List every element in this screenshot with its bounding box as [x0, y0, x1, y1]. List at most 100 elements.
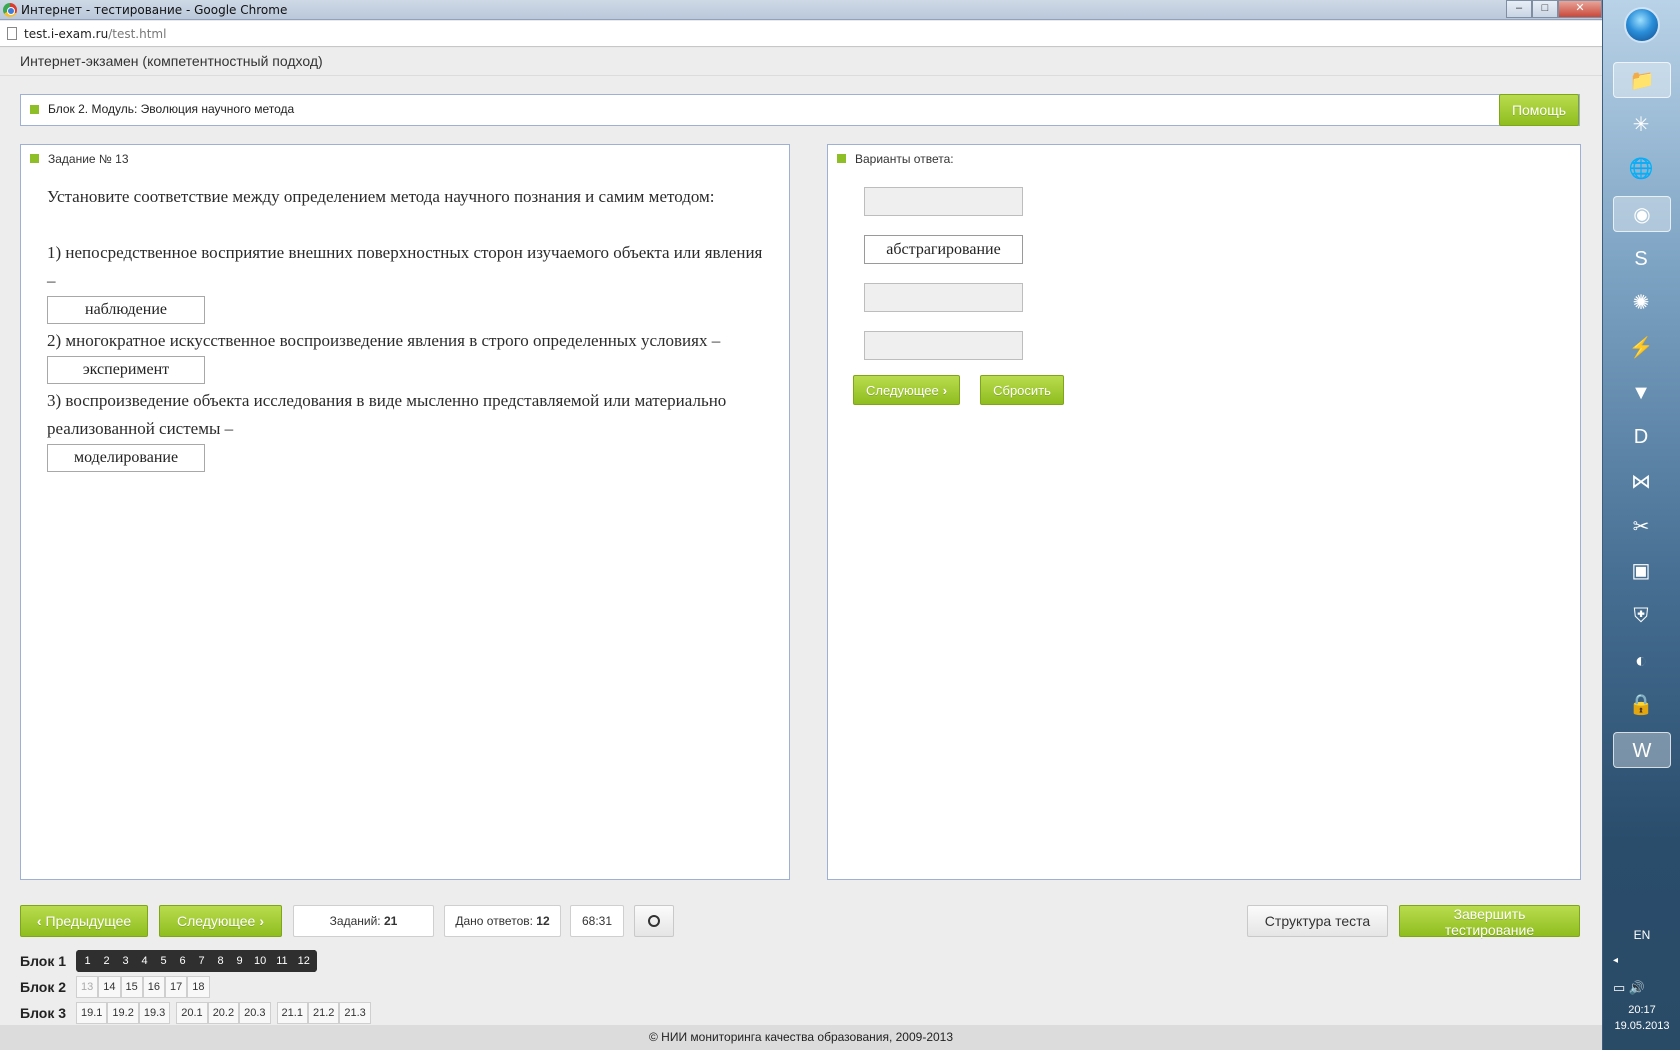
globe-icon[interactable]: 🌐 [1622, 151, 1660, 187]
answers-panel: Варианты ответа: абстрагирование Следующ… [827, 144, 1581, 880]
timer: 68:31 [570, 905, 624, 937]
question-link[interactable]: 9 [230, 950, 249, 972]
green-square-icon [30, 105, 39, 114]
monitor-icon[interactable]: ▣ [1622, 553, 1660, 589]
green-square-icon [30, 154, 39, 163]
address-bar[interactable]: test.i-exam.ru/test.html [0, 21, 1602, 47]
url-host: test.i-exam.ru [24, 27, 109, 41]
skype-icon[interactable]: S [1622, 241, 1660, 277]
question-item-2: 2) многократное искусственное воспроизве… [47, 331, 721, 350]
test-structure-button[interactable]: Структура теста [1247, 905, 1388, 937]
url-path: /test.html [108, 27, 167, 41]
tasks-label: Заданий: [329, 914, 381, 928]
question-navigator: Блок 1 1 2 3 4 5 6 7 8 9 10 11 12 Блок 2… [20, 948, 377, 1026]
network-tray-icon[interactable]: ▭ [1613, 980, 1625, 995]
answer-option-2[interactable]: абстрагирование [864, 235, 1023, 264]
tasks-count: Заданий: 21 [293, 905, 434, 937]
answer-option-1[interactable] [864, 187, 1023, 216]
shield-icon[interactable]: ⛨ [1622, 598, 1660, 634]
block-2-label: Блок 2 [20, 979, 67, 995]
clock-date: 19.05.2013 [1614, 1020, 1670, 1032]
question-link[interactable]: 20.3 [239, 1002, 271, 1024]
clock-icon [648, 915, 660, 927]
question-link[interactable]: 20.2 [207, 1002, 240, 1024]
start-button[interactable] [1624, 7, 1660, 43]
question-link[interactable]: 18 [187, 976, 210, 998]
block-row-3: Блок 3 19.1 19.2 19.3 20.1 20.2 20.3 21.… [20, 1000, 377, 1026]
question-link[interactable]: 5 [154, 950, 173, 972]
question-link[interactable]: 12 [292, 950, 315, 972]
finish-test-button[interactable]: Завершить тестирование [1399, 905, 1580, 938]
question-link[interactable]: 21.3 [339, 1002, 371, 1024]
media-icon[interactable]: ✺ [1622, 285, 1660, 321]
block-3-group-19: 19.1 19.2 19.3 [76, 1002, 171, 1024]
flash-icon[interactable]: ⚡ [1622, 330, 1660, 366]
block-3-label: Блок 3 [20, 1005, 67, 1021]
block-3-group-20: 20.1 20.2 20.3 [176, 1002, 271, 1024]
question-link[interactable]: 7 [192, 950, 211, 972]
question-link[interactable]: 21.2 [307, 1002, 340, 1024]
app-title: Интернет-экзамен (компетентностный подхо… [20, 53, 323, 69]
answer-slot-3[interactable]: моделирование [47, 444, 205, 472]
answer-slot-1[interactable]: наблюдение [47, 296, 205, 324]
question-link[interactable]: 10 [249, 950, 272, 972]
block-row-1: Блок 1 1 2 3 4 5 6 7 8 9 10 11 12 [20, 948, 377, 974]
window-title: Интернет - тестирование - Google Chrome [21, 3, 288, 17]
question-link[interactable]: 3 [116, 950, 135, 972]
network-icon[interactable]: ✳ [1622, 107, 1660, 143]
question-link[interactable]: 14 [98, 976, 121, 998]
block-header: Блок 2. Модуль: Эволюция научного метода… [20, 94, 1580, 126]
block-3-group-21: 21.1 21.2 21.3 [276, 1002, 371, 1024]
question-item-3: 3) воспроизведение объекта исследования … [47, 391, 727, 438]
answered-label: Дано ответов: [455, 914, 533, 928]
question-link[interactable]: 8 [211, 950, 230, 972]
maximize-button[interactable]: □ [1532, 0, 1558, 18]
question-link[interactable]: 16 [142, 976, 165, 998]
answer-slot-2[interactable]: эксперимент [47, 356, 205, 384]
reset-button[interactable]: Сбросить [980, 375, 1064, 405]
question-link[interactable]: 1 [78, 950, 97, 972]
tool-icon[interactable]: ✂ [1622, 509, 1660, 545]
question-link[interactable]: 19.2 [107, 1002, 139, 1024]
question-link[interactable]: 19.3 [138, 1002, 171, 1024]
language-indicator[interactable]: EN [1603, 928, 1680, 942]
window-titlebar: Интернет - тестирование - Google Chrome … [0, 0, 1602, 20]
answer-option-3[interactable] [864, 283, 1023, 312]
timer-toggle-button[interactable] [634, 905, 674, 937]
question-link[interactable]: 20.1 [176, 1002, 208, 1024]
prev-button[interactable]: ‹ Предыдущее [20, 905, 148, 937]
folder-icon[interactable]: 📁 [1613, 62, 1671, 98]
chrome-icon[interactable]: ◉ [1613, 196, 1671, 232]
block-1-label: Блок 1 [20, 953, 67, 969]
d-icon[interactable]: D [1622, 419, 1660, 455]
next-answer-button[interactable]: Следующее › [853, 375, 961, 405]
ccleaner-icon[interactable]: ◐ [1622, 643, 1660, 679]
question-link[interactable]: 2 [97, 950, 116, 972]
minimize-button[interactable]: – [1506, 0, 1532, 18]
question-link-current[interactable]: 13 [76, 976, 99, 998]
chrome-logo-icon [3, 3, 17, 17]
url-text[interactable]: test.i-exam.ru/test.html [24, 27, 166, 41]
fox-icon[interactable]: ▼ [1622, 375, 1660, 411]
question-link[interactable]: 11 [271, 950, 293, 972]
question-link[interactable]: 17 [165, 976, 188, 998]
help-button[interactable]: Помощь [1499, 94, 1579, 126]
tray-expand-icon[interactable]: ◂ [1613, 955, 1618, 966]
clock[interactable]: 20:17 19.05.2013 [1603, 1002, 1680, 1034]
page-content: Интернет-экзамен (компетентностный подхо… [0, 48, 1602, 1050]
question-link[interactable]: 21.1 [276, 1002, 308, 1024]
close-button[interactable]: ✕ [1558, 0, 1602, 18]
word-icon[interactable]: W [1613, 732, 1671, 768]
volume-icon[interactable]: 🔊 [1629, 980, 1645, 995]
question-link[interactable]: 4 [135, 950, 154, 972]
question-text: Установите соответствие между определени… [47, 183, 767, 475]
next-button[interactable]: Следующее › [159, 905, 282, 937]
prev-label: Предыдущее [45, 913, 132, 929]
answer-option-4[interactable] [864, 331, 1023, 360]
task-heading: Задание № 13 [48, 152, 129, 166]
question-link[interactable]: 19.1 [76, 1002, 108, 1024]
question-link[interactable]: 15 [120, 976, 143, 998]
lock-icon[interactable]: 🔒 [1622, 687, 1660, 723]
question-link[interactable]: 6 [173, 950, 192, 972]
bowtie-icon[interactable]: ⋈ [1622, 464, 1660, 500]
